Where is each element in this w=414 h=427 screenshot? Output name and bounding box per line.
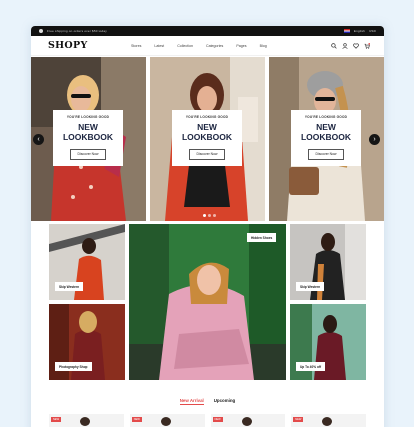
top-bar: Free shipping on orders over $50 today E… <box>31 26 384 36</box>
collection-tile[interactable]: Skip Western <box>290 224 366 300</box>
new-badge: NEW <box>293 417 304 422</box>
nav-categories[interactable]: Categories <box>206 44 223 48</box>
cart-icon[interactable] <box>364 42 370 49</box>
collection-grid: Skip Western Photography Shop Hidden Sho… <box>49 224 366 380</box>
slider-dot[interactable] <box>203 214 206 217</box>
next-slide-arrow[interactable]: › <box>369 134 380 145</box>
collection-tile[interactable]: Up To 40% off <box>290 304 366 380</box>
hero-title-line2: LOOKBOOK <box>300 131 352 142</box>
slider-dot[interactable] <box>213 214 216 217</box>
prev-slide-arrow[interactable]: ‹ <box>33 134 44 145</box>
tile-tag: Skip Western <box>55 282 84 291</box>
language-select[interactable]: English <box>354 29 365 33</box>
hero-title-line2: LOOKBOOK <box>181 131 233 142</box>
discover-now-button[interactable]: Discover Now <box>69 148 107 160</box>
dot-icon <box>39 29 43 33</box>
hero-slide-1: YOU'RE LOOKING GOOD NEW LOOKBOOK Discove… <box>31 57 146 221</box>
hero-kicker: YOU'RE LOOKING GOOD <box>66 115 110 119</box>
product-thumbnail <box>80 417 90 426</box>
tab-new-arrival[interactable]: New Arrival <box>179 398 204 405</box>
user-icon[interactable] <box>342 42 348 49</box>
tile-tag: Hidden Shoes <box>247 233 277 242</box>
topbar-notice: Free shipping on orders over $50 today <box>47 29 107 33</box>
site-logo[interactable]: SHOPY <box>48 40 88 51</box>
new-badge: NEW <box>131 417 142 422</box>
hero-slider: YOU'RE LOOKING GOOD NEW LOOKBOOK Discove… <box>31 57 384 221</box>
hero-kicker: YOU'RE LOOKING GOOD <box>304 115 348 119</box>
product-row: NEW NEW NEW NEW <box>49 414 366 427</box>
product-card[interactable]: NEW <box>129 414 205 427</box>
collection-tile[interactable]: Hidden Shoes <box>129 224 286 380</box>
discover-now-button[interactable]: Discover Now <box>307 148 345 160</box>
product-card[interactable]: NEW <box>291 414 366 427</box>
collection-tile[interactable]: Photography Shop <box>49 304 125 380</box>
slider-dots <box>203 214 216 217</box>
hero-card-1: YOU'RE LOOKING GOOD NEW LOOKBOOK Discove… <box>53 110 123 166</box>
nav-latest[interactable]: Latest <box>154 44 164 48</box>
storefront-window: Free shipping on orders over $50 today E… <box>31 26 384 427</box>
nav-collection[interactable]: Collection <box>177 44 193 48</box>
new-badge: NEW <box>51 417 62 422</box>
tile-tag: Up To 40% off <box>296 362 326 371</box>
tile-photo <box>129 224 286 380</box>
new-badge: NEW <box>212 417 223 422</box>
product-thumbnail <box>160 417 171 426</box>
main-nav: Stores Latest Collection Categories Page… <box>131 44 267 48</box>
product-card[interactable]: NEW <box>210 414 286 427</box>
hero-title-line2: LOOKBOOK <box>62 131 114 142</box>
hero-kicker: YOU'RE LOOKING GOOD <box>185 115 229 119</box>
hero-card-3: YOU'RE LOOKING GOOD NEW LOOKBOOK Discove… <box>291 110 361 166</box>
site-header: SHOPY Stores Latest Collection Categorie… <box>31 36 384 56</box>
nav-stores[interactable]: Stores <box>131 44 141 48</box>
hero-slide-2: YOU'RE LOOKING GOOD NEW LOOKBOOK Discove… <box>150 57 265 221</box>
product-thumbnail <box>241 417 252 426</box>
collection-tile[interactable]: Skip Western <box>49 224 125 300</box>
product-thumbnail <box>322 417 333 426</box>
nav-pages[interactable]: Pages <box>236 44 246 48</box>
slider-dot[interactable] <box>208 214 211 217</box>
discover-now-button[interactable]: Discover Now <box>188 148 226 160</box>
product-tabs: New Arrival Upcoming <box>31 398 384 405</box>
hero-card-2: YOU'RE LOOKING GOOD NEW LOOKBOOK Discove… <box>172 110 242 166</box>
product-card[interactable]: NEW <box>49 414 124 427</box>
tab-upcoming[interactable]: Upcoming <box>214 398 235 405</box>
tile-tag: Photography Shop <box>55 362 92 371</box>
flag-icon <box>343 29 350 33</box>
tile-tag: Skip Western <box>296 282 325 291</box>
hero-slide-3: YOU'RE LOOKING GOOD NEW LOOKBOOK Discove… <box>269 57 384 221</box>
currency-select[interactable]: USD <box>369 29 376 33</box>
search-icon[interactable] <box>331 42 337 49</box>
heart-icon[interactable] <box>353 42 359 49</box>
nav-blog[interactable]: Blog <box>260 44 267 48</box>
